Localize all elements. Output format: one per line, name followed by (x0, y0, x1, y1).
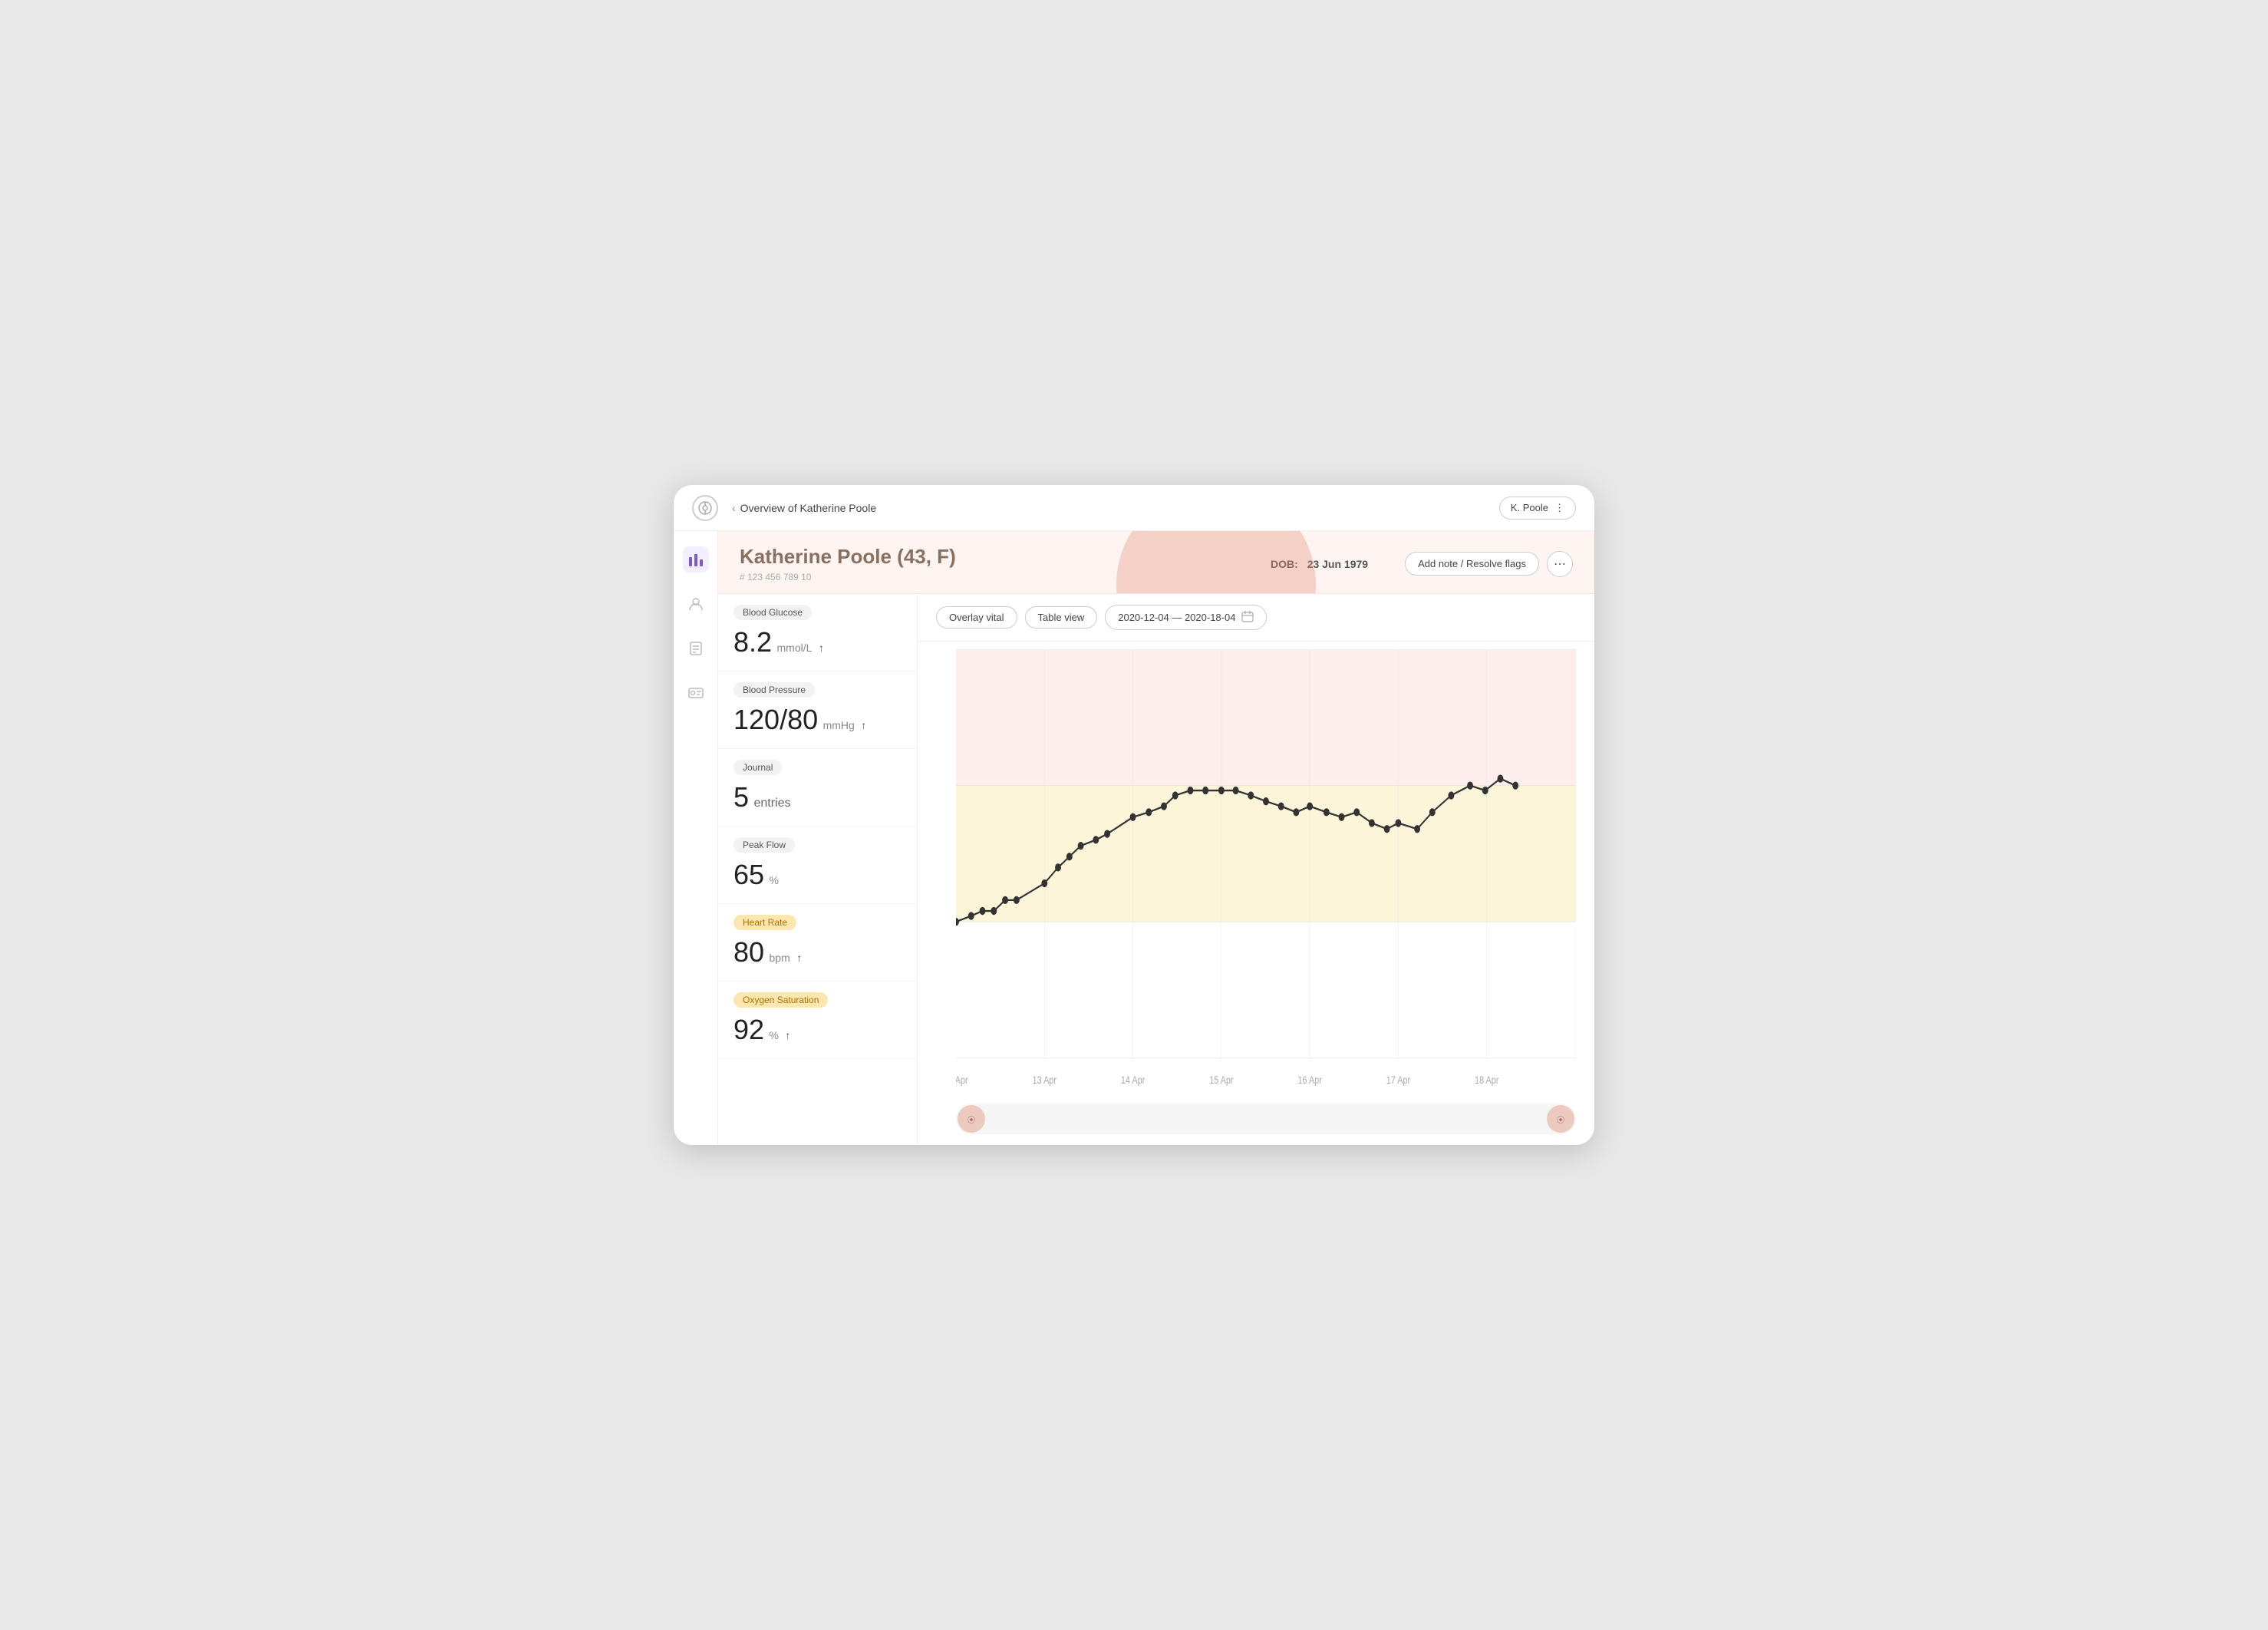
vital-label-blood-pressure: Blood Pressure (733, 682, 815, 698)
svg-text:16 Apr: 16 Apr (1297, 1074, 1321, 1087)
patient-name: Katherine Poole (43, F) (740, 545, 1240, 569)
dob-value: 23 Jun 1979 (1307, 558, 1368, 570)
svg-text:18 Apr: 18 Apr (1475, 1074, 1498, 1087)
vital-value-blood-pressure: 120/80 mmHg ↑ (733, 704, 902, 736)
patient-actions: Add note / Resolve flags ⋯ (1405, 551, 1573, 577)
scroll-handle-left[interactable]: ⦿ (958, 1105, 985, 1133)
sidebar-item-chart[interactable] (683, 546, 709, 572)
vital-value-heart-rate: 80 bpm ↑ (733, 936, 902, 968)
chart-scrollbar: ⦿ ⦿ (956, 1104, 1576, 1134)
vital-value-oxygen-saturation: 92 % ↑ (733, 1014, 902, 1046)
add-note-button[interactable]: Add note / Resolve flags (1405, 552, 1539, 576)
more-options-button[interactable]: ⋯ (1547, 551, 1573, 577)
chart-svg: 100 75 50 25 12 Apr 13 Apr 14 Apr 15 Apr… (956, 649, 1576, 1104)
vital-label-heart-rate: Heart Rate (733, 915, 796, 930)
sidebar-item-user[interactable] (683, 591, 709, 617)
vital-value-peak-flow: 65 % (733, 859, 902, 891)
vital-label-blood-glucose: Blood Glucose (733, 605, 812, 620)
app-logo (692, 495, 718, 521)
sidebar-item-notes[interactable] (683, 635, 709, 662)
svg-text:12 Apr: 12 Apr (956, 1074, 968, 1087)
body: Blood Glucose 8.2 mmol/L ↑ Blood Pressur… (718, 594, 1594, 1145)
svg-text:15 Apr: 15 Apr (1209, 1074, 1233, 1087)
sidebar-item-id[interactable] (683, 680, 709, 706)
calendar-icon (1241, 610, 1254, 625)
top-bar: ‹ Overview of Katherine Poole K. Poole ⋮ (674, 485, 1594, 531)
dob-label: DOB: (1271, 558, 1298, 570)
vital-card-peak-flow: Peak Flow 65 % (718, 827, 917, 904)
patient-info: Katherine Poole (43, F) # 123 456 789 10 (740, 545, 1240, 582)
table-view-button[interactable]: Table view (1025, 606, 1098, 629)
svg-text:14 Apr: 14 Apr (1121, 1074, 1145, 1087)
main-area: Katherine Poole (43, F) # 123 456 789 10… (674, 531, 1594, 1145)
vital-value-blood-glucose: 8.2 mmol/L ↑ (733, 626, 902, 658)
vitals-panel: Blood Glucose 8.2 mmol/L ↑ Blood Pressur… (718, 594, 918, 1145)
device-frame: ‹ Overview of Katherine Poole K. Poole ⋮ (674, 485, 1594, 1145)
date-range-text: 2020-12-04 — 2020-18-04 (1118, 612, 1235, 623)
patient-id: # 123 456 789 10 (740, 572, 1240, 582)
content: Katherine Poole (43, F) # 123 456 789 10… (718, 531, 1594, 1145)
vital-card-oxygen-saturation: Oxygen Saturation 92 % ↑ (718, 982, 917, 1059)
vital-card-journal: Journal 5 entries (718, 749, 917, 827)
patient-dob: DOB: 23 Jun 1979 (1271, 558, 1374, 570)
back-arrow-icon: ‹ (732, 502, 736, 514)
user-name: K. Poole (1511, 502, 1548, 513)
vital-card-heart-rate: Heart Rate 80 bpm ↑ (718, 904, 917, 982)
svg-text:17 Apr: 17 Apr (1386, 1074, 1410, 1087)
back-label: Overview of Katherine Poole (740, 502, 876, 514)
vital-label-oxygen-saturation: Oxygen Saturation (733, 992, 828, 1008)
vital-label-peak-flow: Peak Flow (733, 837, 795, 853)
chart-area: 100 75 50 25 12 Apr 13 Apr 14 Apr 15 Apr… (918, 642, 1594, 1104)
vital-card-blood-pressure: Blood Pressure 120/80 mmHg ↑ (718, 671, 917, 749)
patient-header: Katherine Poole (43, F) # 123 456 789 10… (718, 531, 1594, 594)
user-menu-icon: ⋮ (1554, 502, 1564, 514)
chart-toolbar: Overlay vital Table view 2020-12-04 — 20… (918, 594, 1594, 642)
sidebar (674, 531, 718, 1145)
user-menu[interactable]: K. Poole ⋮ (1499, 497, 1576, 520)
scroll-handle-right[interactable]: ⦿ (1547, 1105, 1574, 1133)
date-range-button[interactable]: 2020-12-04 — 2020-18-04 (1105, 605, 1267, 630)
vital-card-blood-glucose: Blood Glucose 8.2 mmol/L ↑ (718, 594, 917, 671)
svg-text:13 Apr: 13 Apr (1033, 1074, 1057, 1087)
overlay-vital-button[interactable]: Overlay vital (936, 606, 1017, 629)
back-button[interactable]: ‹ Overview of Katherine Poole (732, 502, 876, 514)
vital-label-journal: Journal (733, 760, 782, 775)
chart-panel: Overlay vital Table view 2020-12-04 — 20… (918, 594, 1594, 1145)
vital-value-journal: 5 entries (733, 781, 902, 813)
